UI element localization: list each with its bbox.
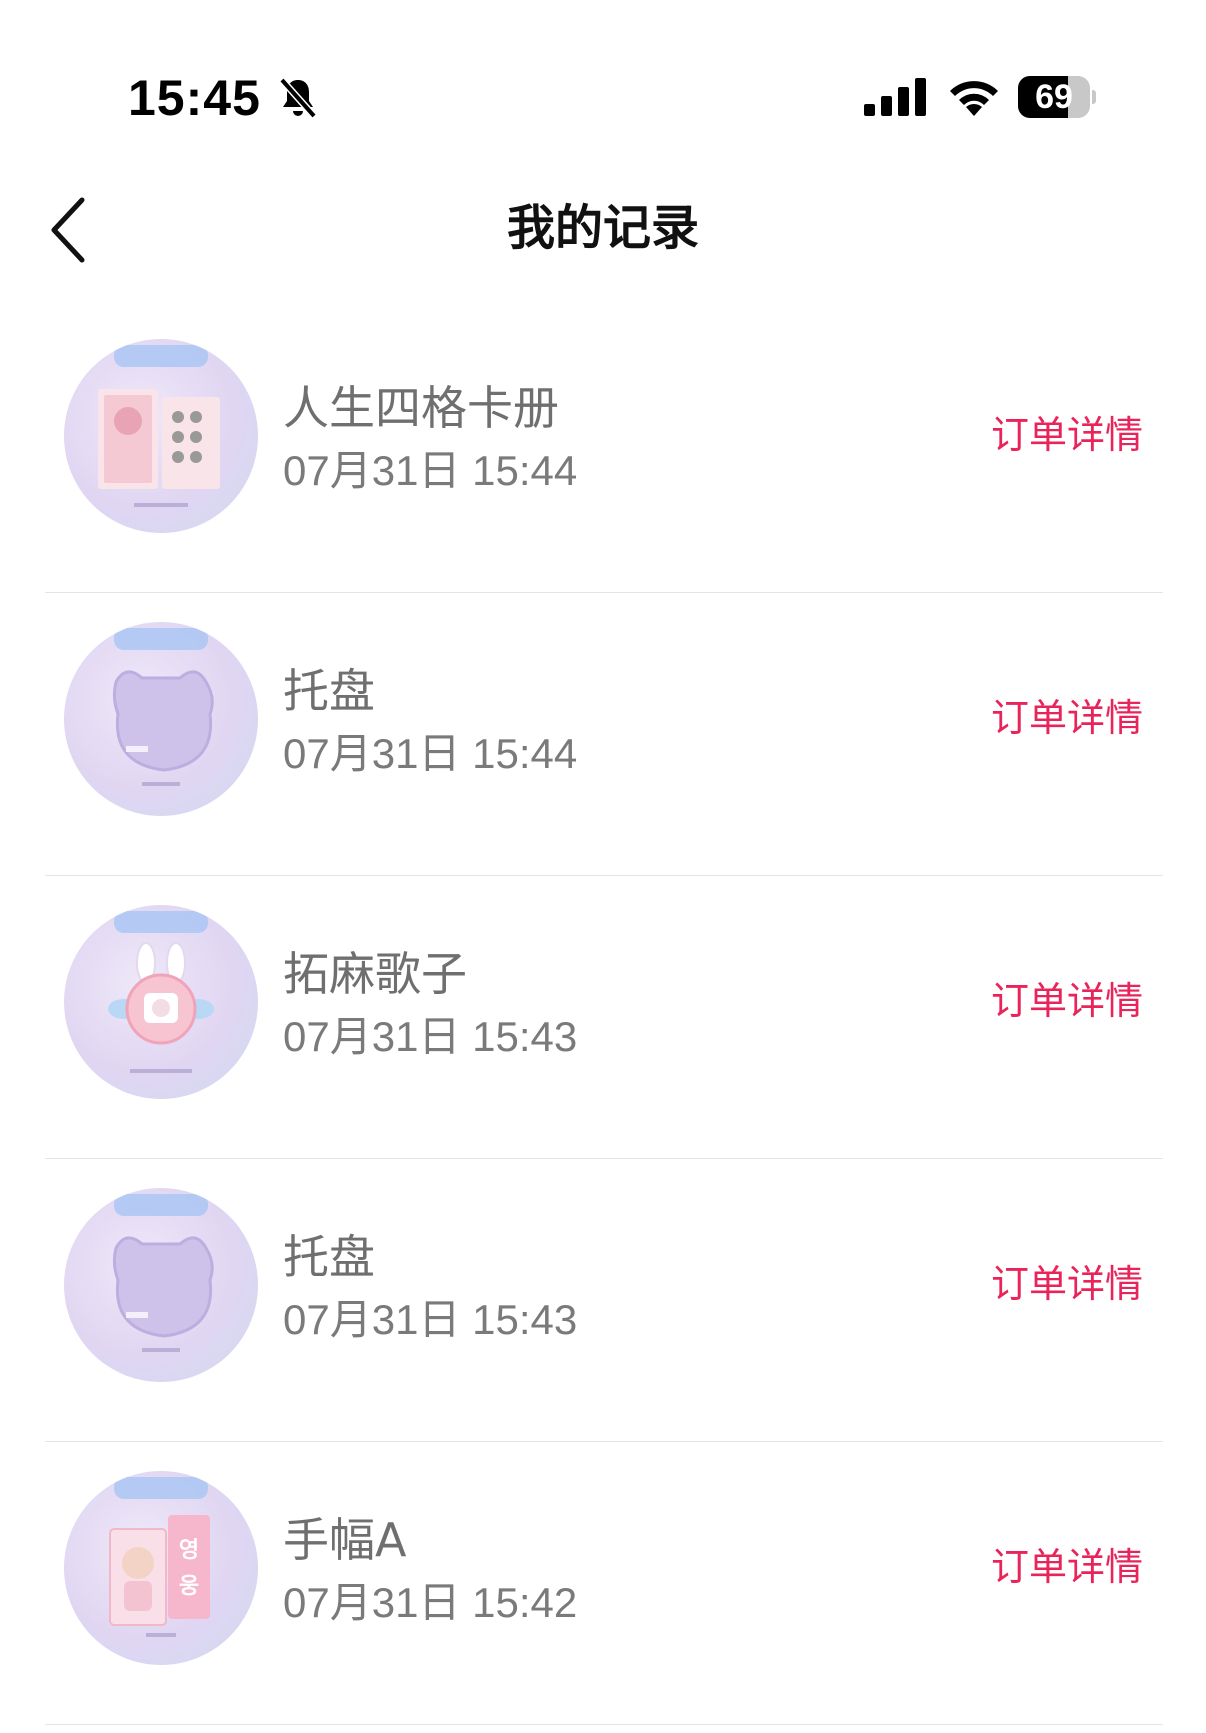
record-list: 人生四格卡册 07月31日 15:44 订单详情 托盘 07月31日 15:44… xyxy=(45,310,1163,1725)
bell-off-icon xyxy=(279,77,317,119)
status-time: 15:45 xyxy=(128,70,261,126)
order-detail-link[interactable]: 订单详情 xyxy=(991,691,1143,745)
record-row[interactable]: 영 웅 手幅A 07月31日 15:42 订单详情 xyxy=(45,1442,1163,1725)
order-detail-link[interactable]: 订单详情 xyxy=(991,1257,1143,1311)
battery-body: 69 xyxy=(1018,76,1090,118)
record-row[interactable]: 托盘 07月31日 15:44 订单详情 xyxy=(45,593,1163,876)
item-name: 托盘 xyxy=(283,664,375,718)
svg-text:영: 영 xyxy=(179,1538,199,1563)
record-row[interactable]: 拓麻歌子 07月31日 15:43 订单详情 xyxy=(45,876,1163,1159)
page-title: 我的记录 xyxy=(506,200,699,256)
card-album-thumbnail xyxy=(64,339,258,533)
item-name: 人生四格卡册 xyxy=(283,381,559,435)
battery-level: 69 xyxy=(1035,78,1073,116)
order-detail-link[interactable]: 订单详情 xyxy=(991,1540,1143,1594)
tray-thumbnail xyxy=(64,622,258,816)
item-name: 拓麻歌子 xyxy=(283,947,467,1001)
order-detail-link[interactable]: 订单详情 xyxy=(991,974,1143,1028)
svg-text:웅: 웅 xyxy=(179,1574,199,1599)
order-detail-link[interactable]: 订单详情 xyxy=(991,408,1143,462)
tray-thumbnail xyxy=(64,1188,258,1382)
screen: 15:45 69 我的记录 人生四格卡册 07月31日 15:44 订单详情 托… xyxy=(0,0,1206,1733)
item-name: 手幅A xyxy=(283,1513,407,1567)
tamagotchi-thumbnail xyxy=(64,905,258,1099)
item-time: 07月31日 15:42 xyxy=(283,1579,578,1626)
battery-icon: 69 xyxy=(1018,76,1096,118)
item-name: 托盘 xyxy=(283,1230,375,1284)
wifi-icon xyxy=(950,81,998,116)
item-time: 07月31日 15:43 xyxy=(283,1013,578,1060)
slogan-banner-thumbnail: 영 웅 xyxy=(64,1471,258,1665)
item-time: 07月31日 15:44 xyxy=(283,447,578,494)
status-bar: 15:45 69 xyxy=(0,0,1206,140)
signal-icon xyxy=(864,78,926,116)
battery-tip xyxy=(1092,90,1096,104)
record-row[interactable]: 人生四格卡册 07月31日 15:44 订单详情 xyxy=(45,310,1163,593)
item-time: 07月31日 15:43 xyxy=(283,1296,578,1343)
record-row[interactable]: 托盘 07月31日 15:43 订单详情 xyxy=(45,1159,1163,1442)
item-time: 07月31日 15:44 xyxy=(283,730,578,777)
